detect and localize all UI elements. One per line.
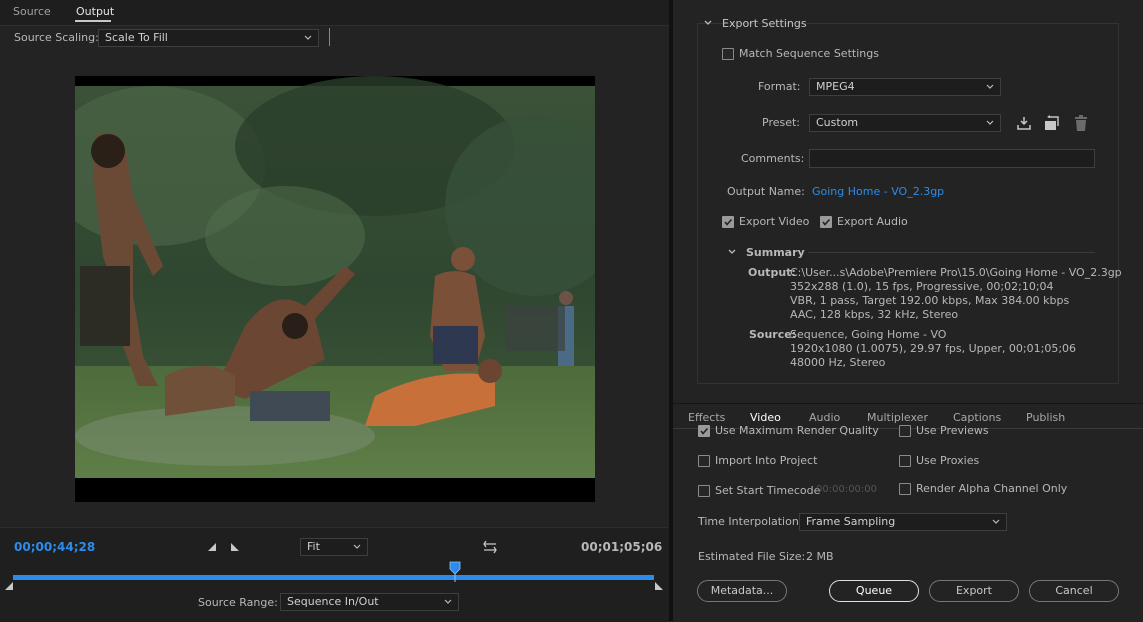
- chevron-down-icon: [986, 120, 994, 125]
- use-proxies-label: Use Proxies: [916, 454, 980, 467]
- queue-button[interactable]: Queue: [829, 580, 919, 602]
- end-timecode: 00;01;05;06: [581, 540, 663, 554]
- source-range-label: Source Range:: [198, 596, 278, 609]
- preset-value: Custom: [816, 116, 859, 129]
- set-start-timecode-checkbox[interactable]: [698, 485, 710, 497]
- preset-dropdown[interactable]: Custom: [809, 114, 1001, 132]
- summary-output-line: 352x288 (1.0), 15 fps, Progressive, 00;0…: [790, 280, 1054, 293]
- chevron-down-icon: [353, 544, 361, 549]
- zoom-value: Fit: [307, 540, 320, 553]
- file-size-value: 2 MB: [806, 550, 834, 563]
- chevron-down-icon: [444, 599, 452, 604]
- delete-preset-icon[interactable]: [1074, 115, 1088, 131]
- preview-frame-image: [75, 76, 595, 478]
- zoom-dropdown[interactable]: Fit: [300, 538, 368, 556]
- metadata-button[interactable]: Metadata...: [697, 580, 787, 602]
- cancel-button[interactable]: Cancel: [1029, 580, 1119, 602]
- video-preview: [75, 76, 595, 502]
- source-output-panel: Source Output Source Scaling: Scale To F…: [0, 0, 669, 622]
- summary-source-line: 1920x1080 (1.0075), 29.97 fps, Upper, 00…: [790, 342, 1077, 355]
- summary-output-line: VBR, 1 pass, Target 192.00 kbps, Max 384…: [790, 294, 1070, 307]
- mark-in-icon[interactable]: [206, 541, 218, 553]
- current-timecode[interactable]: 00;00;44;28: [14, 540, 95, 554]
- summary-source-line: Sequence, Going Home - VO: [790, 328, 947, 341]
- summary-source-line: 48000 Hz, Stereo: [790, 356, 886, 369]
- chevron-down-icon[interactable]: [727, 247, 737, 257]
- export-audio-label: Export Audio: [837, 215, 908, 228]
- export-settings-panel: Export Settings Match Sequence Settings …: [673, 0, 1143, 621]
- chevron-down-icon: [992, 519, 1000, 524]
- checkmark-icon: [724, 218, 733, 226]
- export-button[interactable]: Export: [929, 580, 1019, 602]
- summary-header: Summary: [746, 246, 805, 259]
- checkmark-icon: [700, 427, 709, 435]
- summary-output-label: Output:: [748, 266, 796, 279]
- tab-output-underline: [75, 20, 111, 22]
- tab-effects[interactable]: Effects: [688, 411, 725, 424]
- tab-output[interactable]: Output: [76, 5, 114, 18]
- summary-output-line: AAC, 128 kbps, 32 kHz, Stereo: [790, 308, 959, 321]
- import-project-label: Import Into Project: [715, 454, 818, 467]
- timeline-track[interactable]: [13, 575, 654, 580]
- source-scaling-dropdown[interactable]: Scale To Fill: [98, 29, 319, 47]
- use-previews-checkbox[interactable]: [899, 425, 911, 437]
- time-interpolation-value: Frame Sampling: [806, 515, 896, 528]
- tab-multiplexer[interactable]: Multiplexer: [867, 411, 928, 424]
- max-render-quality-label: Use Maximum Render Quality: [715, 424, 879, 437]
- use-previews-label: Use Previews: [916, 424, 989, 437]
- aspect-correction-icon[interactable]: [482, 540, 498, 554]
- comments-input[interactable]: [809, 149, 1095, 168]
- export-video-checkbox[interactable]: [722, 216, 734, 228]
- tab-source[interactable]: Source: [13, 5, 51, 18]
- render-alpha-checkbox[interactable]: [899, 483, 911, 495]
- output-name-label: Output Name:: [727, 185, 805, 198]
- preset-label: Preset:: [762, 116, 801, 129]
- export-audio-checkbox[interactable]: [820, 216, 832, 228]
- tab-captions[interactable]: Captions: [953, 411, 1001, 424]
- checkmark-icon: [822, 218, 831, 226]
- time-interpolation-label: Time Interpolation:: [698, 515, 803, 528]
- format-label: Format:: [758, 80, 801, 93]
- source-range-value: Sequence In/Out: [287, 595, 379, 608]
- format-dropdown[interactable]: MPEG4: [809, 78, 1001, 96]
- summary-output-line: C:\User...s\Adobe\Premiere Pro\15.0\Goin…: [790, 266, 1122, 279]
- max-render-quality-checkbox[interactable]: [698, 425, 710, 437]
- chevron-down-icon: [304, 35, 312, 40]
- tab-video[interactable]: Video: [750, 411, 781, 424]
- match-sequence-checkbox[interactable]: [722, 48, 734, 60]
- source-scaling-value: Scale To Fill: [105, 31, 168, 44]
- toolbar-divider: [329, 28, 330, 46]
- tab-audio[interactable]: Audio: [809, 411, 840, 424]
- export-settings-header: Export Settings: [722, 17, 807, 30]
- set-start-timecode-label: Set Start Timecode: [715, 484, 821, 497]
- use-proxies-checkbox[interactable]: [899, 455, 911, 467]
- render-alpha-label: Render Alpha Channel Only: [916, 482, 1068, 495]
- match-sequence-label: Match Sequence Settings: [739, 47, 879, 60]
- file-size-label: Estimated File Size:: [698, 550, 806, 563]
- summary-divider: [808, 252, 1095, 253]
- source-scaling-label: Source Scaling:: [14, 31, 99, 44]
- comments-label: Comments:: [741, 152, 805, 165]
- timeline-out-handle-icon[interactable]: [654, 581, 664, 591]
- import-project-checkbox[interactable]: [698, 455, 710, 467]
- timeline-in-handle-icon[interactable]: [4, 581, 14, 591]
- start-timecode-value: 00:00:00:00: [816, 484, 878, 495]
- mark-out-icon[interactable]: [229, 541, 241, 553]
- save-preset-icon[interactable]: [1016, 116, 1032, 130]
- tab-publish[interactable]: Publish: [1026, 411, 1065, 424]
- time-interpolation-dropdown[interactable]: Frame Sampling: [799, 513, 1007, 531]
- export-video-label: Export Video: [739, 215, 810, 228]
- import-preset-icon[interactable]: [1043, 115, 1061, 131]
- format-value: MPEG4: [816, 80, 855, 93]
- output-name-link[interactable]: Going Home - VO_2.3gp: [812, 185, 944, 198]
- source-range-dropdown[interactable]: Sequence In/Out: [280, 593, 459, 611]
- chevron-down-icon: [986, 84, 994, 89]
- chevron-down-icon[interactable]: [703, 18, 713, 28]
- playhead-icon[interactable]: [449, 561, 461, 583]
